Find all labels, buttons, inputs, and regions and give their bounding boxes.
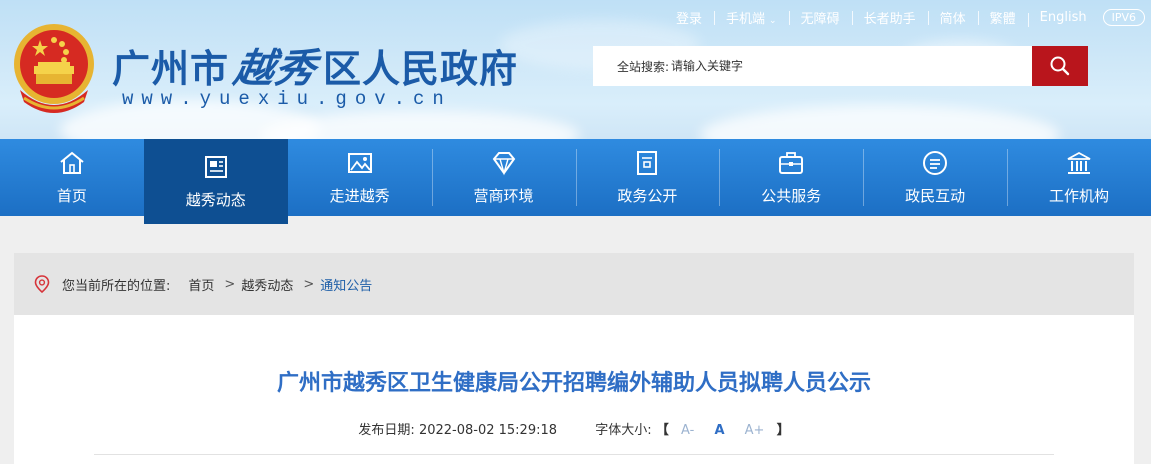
font-size-decrease-button[interactable]: A- — [681, 423, 694, 438]
login-link[interactable]: 登录 — [664, 8, 714, 27]
nav-interaction-label: 政民互动 — [905, 187, 966, 205]
site-title-prefix: 广州市 — [112, 47, 230, 91]
nav-gov-affairs[interactable]: 政务公开 — [575, 139, 720, 216]
national-emblem-icon — [14, 24, 94, 113]
nav-gov-affairs-label: 政务公开 — [617, 187, 678, 205]
site-search: 全站搜索: — [593, 46, 1088, 86]
article-meta: 发布日期: 2022-08-02 15:29:18 字体大小: 【 A- A A… — [14, 419, 1134, 438]
breadcrumb-home[interactable]: 首页 — [188, 275, 214, 294]
nav-home[interactable]: 首页 — [0, 139, 144, 216]
breadcrumb-current[interactable]: 通知公告 — [320, 275, 372, 294]
font-size-label: 字体大小: — [595, 423, 652, 438]
nav-news-label: 越秀动态 — [185, 191, 246, 209]
accessibility-link[interactable]: 无障碍 — [788, 8, 852, 27]
top-links-bar: 登录 手机端 ⌄ 无障碍 长者助手 简体 繁體 English IPV6 — [664, 6, 1145, 28]
building-icon — [1067, 151, 1091, 174]
home-icon — [60, 151, 84, 174]
main-nav: 首页 越秀动态 走进越秀 营商环境 政务公开 公共服务 政民互动 工作机构 — [0, 139, 1151, 224]
article-title: 广州市越秀区卫生健康局公开招聘编外辅助人员拟聘人员公示 — [276, 371, 871, 396]
breadcrumb-separator: > — [224, 276, 236, 292]
font-size-default-button[interactable]: A — [714, 423, 724, 438]
chat-icon — [923, 151, 948, 175]
publish-date: 2022-08-02 15:29:18 — [418, 423, 558, 438]
nav-about[interactable]: 走进越秀 — [288, 139, 432, 216]
site-title-calligraphy: 越秀 — [230, 45, 321, 92]
nav-public-service[interactable]: 公共服务 — [719, 139, 863, 216]
site-title[interactable]: 广州市越秀区人民政府 — [112, 36, 518, 94]
nav-public-service-label: 公共服务 — [761, 187, 822, 205]
chevron-down-icon: ⌄ — [769, 15, 777, 26]
search-label: 全站搜索: — [617, 59, 670, 74]
nav-about-label: 走进越秀 — [329, 187, 390, 205]
site-url: www.yuexiu.gov.cn — [122, 88, 452, 110]
traditional-chinese-link[interactable]: 繁體 — [977, 8, 1028, 27]
ipv6-badge: IPV6 — [1102, 8, 1145, 26]
nav-business[interactable]: 营商环境 — [431, 139, 576, 216]
breadcrumb-separator: > — [303, 276, 315, 292]
nav-institutions-label: 工作机构 — [1049, 187, 1110, 205]
mobile-link[interactable]: 手机端 ⌄ — [714, 8, 789, 27]
nav-business-label: 营商环境 — [473, 187, 534, 205]
search-button[interactable] — [1032, 46, 1088, 86]
elderly-assistant-link[interactable]: 长者助手 — [851, 8, 928, 27]
nav-institutions[interactable]: 工作机构 — [1007, 139, 1151, 216]
image-icon — [347, 153, 372, 173]
nav-home-label: 首页 — [56, 187, 87, 205]
article-panel: 广州市越秀区卫生健康局公开招聘编外辅助人员拟聘人员公示 发布日期: 2022-0… — [14, 315, 1134, 464]
meta-divider — [94, 454, 1054, 455]
search-input[interactable] — [669, 46, 1032, 86]
location-pin-icon — [34, 275, 50, 293]
site-header: 广州市越秀区人民政府 www.yuexiu.gov.cn 登录 手机端 ⌄ 无障碍… — [0, 0, 1151, 139]
breadcrumb: 您当前所在的位置: 首页 > 越秀动态 > 通知公告 — [14, 253, 1134, 315]
simplified-chinese-link[interactable]: 简体 — [927, 8, 978, 27]
font-size-bracket-open: 【 — [655, 423, 669, 438]
document-icon — [637, 151, 658, 175]
publish-date-label: 发布日期: — [358, 423, 415, 438]
newspaper-icon — [204, 156, 227, 178]
site-title-suffix: 区人民政府 — [323, 47, 519, 91]
diamond-icon — [492, 152, 515, 176]
font-size-increase-button[interactable]: A+ — [745, 423, 765, 438]
breadcrumb-news[interactable]: 越秀动态 — [241, 275, 293, 294]
nav-interaction[interactable]: 政民互动 — [863, 139, 1007, 216]
english-link[interactable]: English — [1027, 10, 1099, 27]
font-size-bracket-close: 】 — [776, 423, 790, 438]
briefcase-icon — [779, 152, 804, 174]
mobile-link-label: 手机端 — [726, 11, 766, 27]
search-icon — [1050, 56, 1070, 76]
nav-news[interactable]: 越秀动态 — [143, 139, 288, 224]
breadcrumb-label: 您当前所在的位置: — [62, 278, 171, 294]
